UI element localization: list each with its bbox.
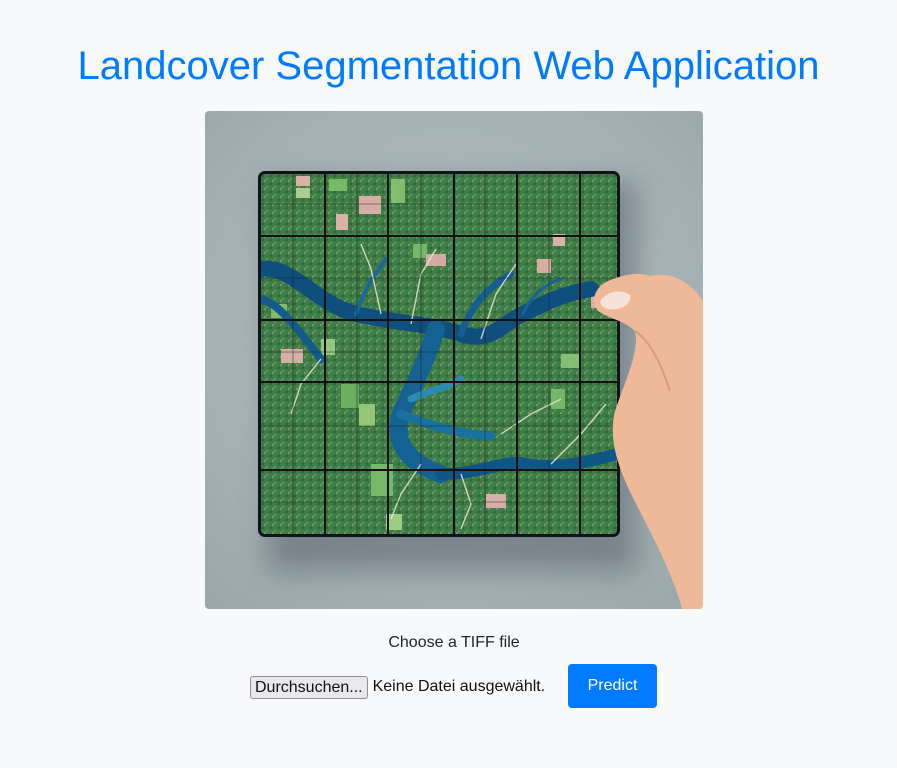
file-input[interactable]: Durchsuchen... Keine Datei ausgewählt. [250,675,545,699]
hand-illustration [594,273,703,609]
satellite-map-illustration [261,174,617,534]
upload-label: Choose a TIFF file [388,634,520,651]
browse-button[interactable]: Durchsuchen... [250,675,368,699]
predict-button[interactable]: Predict [568,664,657,708]
file-status-text: Keine Datei ausgewählt. [372,678,546,695]
satellite-map-tile [258,171,620,537]
page-title: Landcover Segmentation Web Application [77,44,820,88]
hero-image [205,111,703,609]
